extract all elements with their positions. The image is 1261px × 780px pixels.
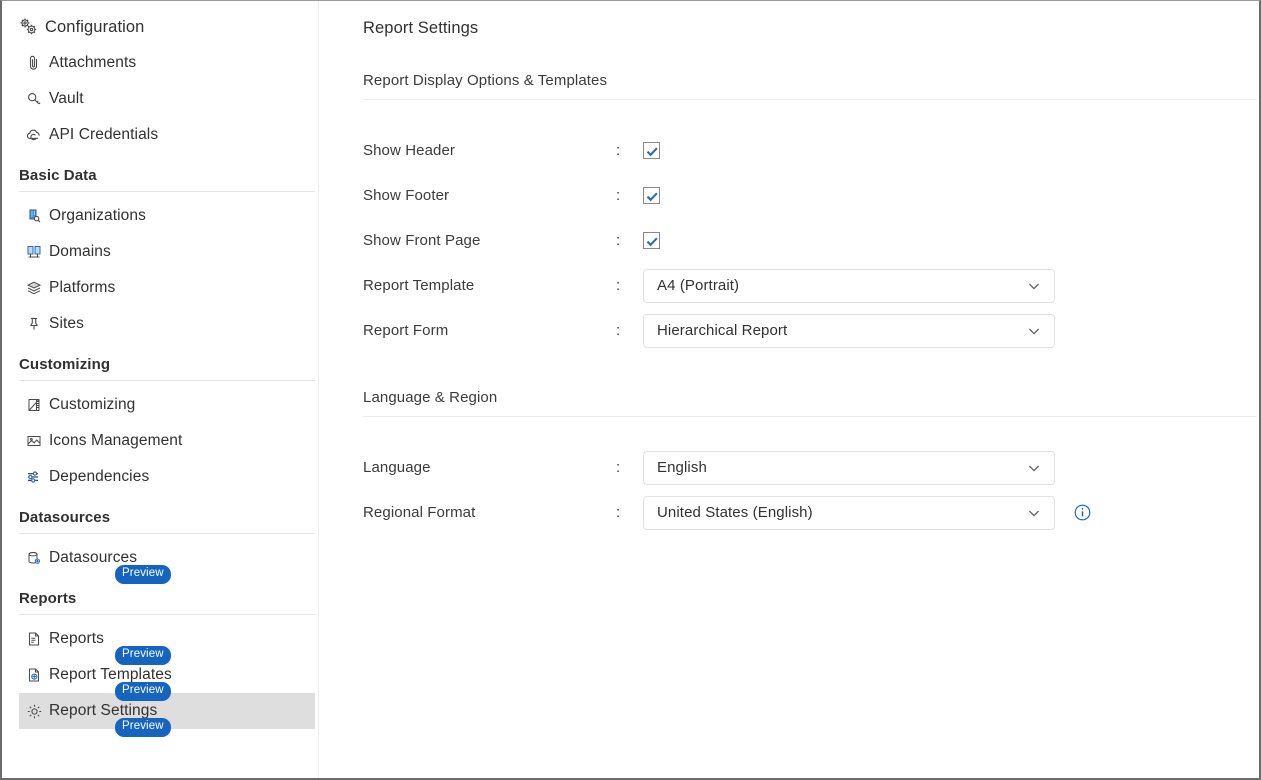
sidebar-navigation: Configuration Attachments Vault	[2, 1, 319, 778]
paperclip-icon	[19, 54, 49, 72]
sidebar-item-attachments[interactable]: Attachments	[19, 45, 315, 81]
preview-badge: Preview	[115, 682, 171, 701]
sidebar-section-customizing: Customizing	[19, 356, 315, 381]
sidebar-item-label: Configuration	[45, 18, 144, 37]
field-colon: :	[616, 187, 643, 204]
field-row-report-form: Report Form : Hierarchical Report	[363, 308, 1259, 353]
field-row-regional-format: Regional Format : United States (English…	[363, 490, 1259, 535]
field-colon: :	[616, 277, 643, 294]
field-label: Show Front Page	[363, 232, 616, 249]
group-heading-language-region: Language & Region	[363, 389, 1259, 416]
sidebar-item-dependencies[interactable]: Dependencies	[19, 459, 315, 495]
field-label: Show Footer	[363, 187, 616, 204]
sidebar-item-label: Icons Management	[49, 432, 182, 450]
key-icon	[19, 90, 49, 108]
field-row-show-footer: Show Footer :	[363, 173, 1259, 218]
preview-badge: Preview	[115, 718, 171, 737]
organization-search-icon	[19, 207, 49, 225]
field-row-show-front-page: Show Front Page :	[363, 218, 1259, 263]
pin-icon	[19, 315, 49, 333]
sidebar-item-api-credentials[interactable]: API Credentials	[19, 117, 315, 153]
field-label: Report Form	[363, 322, 616, 339]
section-title: Basic Data	[19, 167, 315, 191]
language-select[interactable]: English	[643, 451, 1055, 485]
section-title: Datasources	[19, 509, 315, 533]
sidebar-item-label: Domains	[49, 243, 111, 261]
sidebar-section-reports: Reports	[19, 590, 315, 615]
show-footer-checkbox[interactable]	[643, 187, 660, 204]
main-content: Report Settings Report Display Options &…	[319, 1, 1259, 778]
sidebar-item-label: Attachments	[49, 54, 136, 72]
sidebar-item-organizations[interactable]: Organizations	[19, 198, 315, 234]
sidebar-item-domains[interactable]: Domains	[19, 234, 315, 270]
info-icon[interactable]	[1073, 503, 1092, 522]
report-template-select[interactable]: A4 (Portrait)	[643, 269, 1055, 303]
sidebar-item-platforms[interactable]: Platforms	[19, 270, 315, 306]
sidebar-item-datasources[interactable]: Datasources Preview	[19, 540, 315, 576]
sidebar-item-label: Customizing	[49, 396, 135, 414]
sidebar-section-datasources: Datasources	[19, 509, 315, 534]
sidebar-item-configuration[interactable]: Configuration	[11, 9, 307, 45]
sidebar-item-reports[interactable]: Reports Preview	[19, 621, 315, 657]
sidebar-item-label: Platforms	[49, 279, 115, 297]
sidebar-item-label: Sites	[49, 315, 84, 333]
select-value: English	[657, 459, 707, 476]
sidebar-item-label: Vault	[49, 90, 84, 108]
sidebar-item-label: Organizations	[49, 207, 146, 225]
sidebar-item-vault[interactable]: Vault	[19, 81, 315, 117]
report-template-icon	[19, 666, 49, 684]
sliders-icon	[19, 468, 49, 486]
report-document-icon	[19, 630, 49, 648]
group-divider	[363, 99, 1257, 100]
chevron-down-icon	[1026, 505, 1042, 521]
section-title: Reports	[19, 590, 315, 614]
section-title: Customizing	[19, 356, 315, 380]
sidebar-section-basic-data: Basic Data	[19, 167, 315, 192]
gears-icon	[11, 16, 45, 38]
sidebar-item-customizing[interactable]: Customizing	[19, 387, 315, 423]
preview-badge: Preview	[115, 646, 171, 665]
chevron-down-icon	[1026, 460, 1042, 476]
api-cloud-icon	[19, 126, 49, 144]
gear-icon	[19, 702, 49, 721]
ruler-icon	[19, 396, 49, 414]
field-label: Language	[363, 459, 616, 476]
chevron-down-icon	[1026, 278, 1042, 294]
field-colon: :	[616, 232, 643, 249]
image-icon	[19, 432, 49, 450]
sidebar-item-label: Reports	[49, 630, 104, 648]
layers-icon	[19, 279, 49, 297]
domains-icon	[19, 243, 49, 261]
select-value: A4 (Portrait)	[657, 277, 739, 294]
sidebar-item-icons-management[interactable]: Icons Management	[19, 423, 315, 459]
application-window: Configuration Attachments Vault	[0, 0, 1261, 780]
report-form-select[interactable]: Hierarchical Report	[643, 314, 1055, 348]
database-gear-icon	[19, 549, 49, 567]
field-colon: :	[616, 322, 643, 339]
show-front-page-checkbox[interactable]	[643, 232, 660, 249]
field-row-show-header: Show Header :	[363, 128, 1259, 173]
sidebar-item-sites[interactable]: Sites	[19, 306, 315, 342]
group-heading-report-display-options: Report Display Options & Templates	[363, 72, 1259, 99]
select-value: United States (English)	[657, 504, 813, 521]
field-colon: :	[616, 142, 643, 159]
preview-badge: Preview	[115, 565, 171, 584]
regional-format-select[interactable]: United States (English)	[643, 496, 1055, 530]
field-colon: :	[616, 459, 643, 476]
field-label: Regional Format	[363, 504, 616, 521]
field-label: Show Header	[363, 142, 616, 159]
field-row-language: Language : English	[363, 445, 1259, 490]
show-header-checkbox[interactable]	[643, 142, 660, 159]
select-value: Hierarchical Report	[657, 322, 787, 339]
sidebar-item-label: Dependencies	[49, 468, 149, 486]
page-title: Report Settings	[363, 19, 1259, 38]
chevron-down-icon	[1026, 323, 1042, 339]
field-label: Report Template	[363, 277, 616, 294]
sidebar-item-label: API Credentials	[49, 126, 158, 144]
group-divider	[363, 416, 1257, 417]
field-colon: :	[616, 504, 643, 521]
field-row-report-template: Report Template : A4 (Portrait)	[363, 263, 1259, 308]
